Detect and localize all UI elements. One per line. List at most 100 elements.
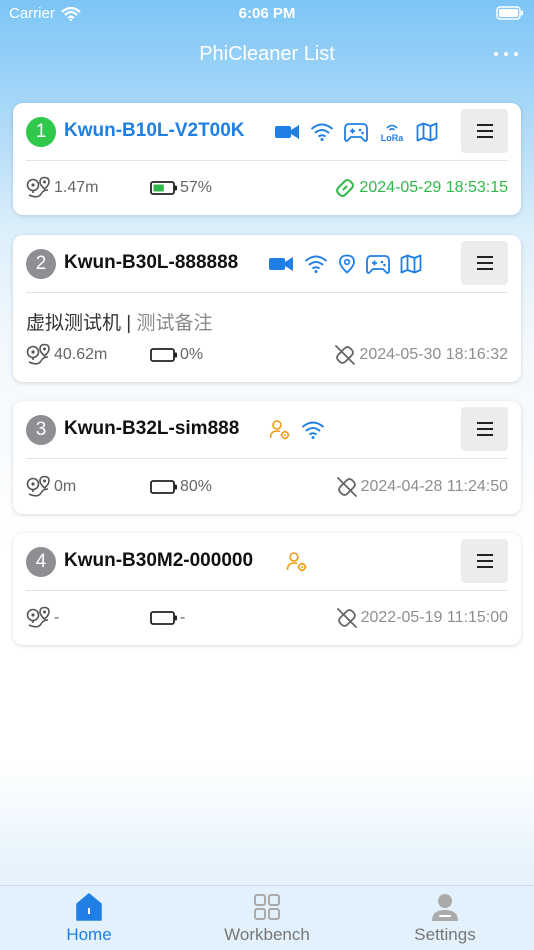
distance-stat: 1.47m — [26, 176, 98, 200]
tab-bar: Home Workbench Settings — [0, 885, 534, 950]
divider — [26, 160, 508, 161]
battery-value: - — [180, 609, 186, 626]
link-icon — [336, 179, 355, 197]
distance-value: 40.62m — [54, 346, 108, 363]
gamepad-icon — [366, 255, 390, 274]
tab-home[interactable]: Home — [0, 886, 178, 950]
battery-value: 0% — [180, 346, 204, 363]
distance-value: 1.47m — [54, 179, 99, 196]
distance-value: 0m — [54, 478, 77, 495]
device-index-badge: 1 — [26, 117, 56, 147]
navigation-bar: PhiCleaner List — [0, 30, 534, 80]
dot — [514, 52, 518, 56]
device-index-badge: 4 — [26, 547, 56, 577]
device-card[interactable]: 3 Kwun-B32L-sim888 0m 80% 2024-04-28 11:… — [13, 401, 521, 514]
tab-label: Settings — [414, 925, 476, 944]
device-menu-button[interactable] — [461, 241, 508, 285]
device-name[interactable]: Kwun-B32L-sim888 — [64, 418, 239, 440]
capability-icons — [269, 418, 325, 442]
page-title: PhiCleaner List — [199, 43, 335, 65]
device-name[interactable]: Kwun-B30M2-000000 — [64, 550, 253, 572]
device-card-header: 1 Kwun-B10L-V2T00K LoRa — [13, 103, 521, 160]
device-card-header: 4 Kwun-B30M2-000000 — [13, 533, 521, 590]
device-name[interactable]: Kwun-B30L-888888 — [64, 252, 238, 274]
grid-icon — [254, 894, 280, 920]
device-stats: 0m 80% 2024-04-28 11:24:50 — [13, 475, 521, 499]
battery-icon — [150, 348, 177, 362]
capability-icons — [286, 550, 308, 574]
device-index-badge: 3 — [26, 415, 56, 445]
timestamp: 2024-05-30 18:16:32 — [359, 346, 508, 363]
wifi-icon — [304, 255, 328, 273]
battery-icon — [150, 181, 177, 195]
dot — [504, 52, 508, 56]
connection-stat: 2022-05-19 11:15:00 — [335, 606, 508, 630]
map-icon — [400, 254, 422, 274]
wifi-icon — [301, 421, 325, 439]
tab-settings[interactable]: Settings — [356, 886, 534, 950]
device-card-header: 2 Kwun-B30L-888888 — [13, 235, 521, 292]
user-settings-icon — [286, 552, 307, 572]
battery-stat: 80% — [150, 475, 212, 499]
lora-icon: LoRa — [381, 124, 404, 142]
route-icon — [26, 343, 50, 365]
status-bar: Carrier 6:06 PM — [0, 0, 534, 28]
device-card[interactable]: 1 Kwun-B10L-V2T00K LoRa 1.47m 57% 2024-0… — [13, 103, 521, 215]
tab-label: Workbench — [224, 925, 310, 944]
device-card[interactable]: 2 Kwun-B30L-888888 虚拟测试机 | 测试备注 40.62m 0… — [13, 235, 521, 382]
device-stats: 40.62m 0% 2024-05-30 18:16:32 — [13, 343, 521, 367]
map-icon — [416, 122, 438, 142]
device-menu-button[interactable] — [461, 407, 508, 451]
timestamp: 2022-05-19 11:15:00 — [360, 609, 508, 626]
distance-stat: 0m — [26, 475, 76, 499]
dot — [494, 52, 498, 56]
more-options-button[interactable] — [494, 44, 518, 64]
clock: 6:06 PM — [238, 5, 296, 22]
remark-note: 测试备注 — [136, 313, 213, 334]
capability-icons — [268, 252, 422, 276]
svg-text:LoRa: LoRa — [381, 133, 404, 142]
divider — [26, 458, 508, 459]
capability-icons: LoRa — [274, 120, 438, 144]
tab-workbench[interactable]: Workbench — [178, 886, 356, 950]
tab-label: Home — [66, 925, 112, 944]
device-index-badge: 2 — [26, 249, 56, 279]
battery-icon — [150, 611, 177, 625]
remark-separator: | — [126, 313, 132, 334]
video-icon — [269, 257, 293, 271]
battery-stat: 0% — [150, 343, 203, 367]
battery-icon — [150, 480, 177, 494]
user-settings-icon — [269, 420, 290, 440]
device-stats: 1.47m 57% 2024-05-29 18:53:15 — [13, 176, 521, 200]
connection-stat: 2024-04-28 11:24:50 — [335, 475, 508, 499]
device-remark: 虚拟测试机 | 测试备注 — [26, 308, 213, 335]
location-pin-icon — [339, 254, 355, 274]
divider — [26, 590, 508, 591]
distance-value: - — [54, 609, 60, 626]
battery-stat: 57% — [150, 176, 212, 200]
remark-name: 虚拟测试机 — [26, 313, 122, 334]
battery-value: 57% — [180, 179, 213, 196]
link-off-icon — [335, 345, 356, 365]
home-icon — [76, 893, 102, 921]
divider — [26, 292, 508, 293]
gamepad-icon — [344, 123, 368, 142]
timestamp: 2024-04-28 11:24:50 — [360, 478, 508, 495]
battery-status-icon — [496, 6, 523, 20]
route-icon — [26, 475, 50, 497]
device-card[interactable]: 4 Kwun-B30M2-000000 - - 2022-05-19 11:15… — [13, 533, 521, 645]
route-icon — [26, 176, 50, 198]
timestamp: 2024-05-29 18:53:15 — [359, 179, 508, 196]
device-menu-button[interactable] — [461, 539, 508, 583]
battery-stat: - — [150, 606, 185, 630]
connection-stat: 2024-05-30 18:16:32 — [333, 343, 508, 367]
battery-value: 80% — [180, 478, 213, 495]
video-icon — [275, 125, 299, 139]
wifi-icon — [310, 123, 334, 141]
link-off-icon — [336, 608, 357, 628]
device-menu-button[interactable] — [461, 109, 508, 153]
device-stats: - - 2022-05-19 11:15:00 — [13, 606, 521, 630]
distance-stat: 40.62m — [26, 343, 107, 367]
device-name[interactable]: Kwun-B10L-V2T00K — [64, 120, 245, 142]
connection-stat: 2024-05-29 18:53:15 — [333, 176, 508, 200]
